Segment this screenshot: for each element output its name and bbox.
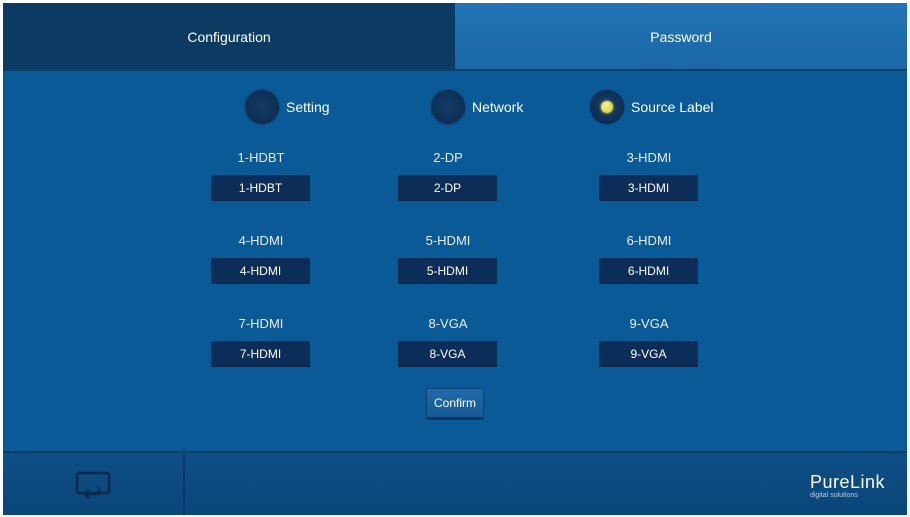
source-3-input[interactable]: 3-HDMI [599,175,698,201]
return-icon [75,471,111,499]
tab-configuration-label: Configuration [187,28,271,45]
logo-tagline: digital solutions [809,492,858,499]
source-9-input[interactable]: 9-VGA [599,341,698,367]
mode-network-label: Network [472,99,524,115]
source-6-caption: 6-HDMI [626,233,672,248]
source-4-input[interactable]: 4-HDMI [211,258,310,284]
tab-password[interactable]: Password [455,3,907,70]
radio-button-setting[interactable] [245,90,279,124]
confirm-button[interactable]: Confirm [426,388,484,418]
footer-divider [183,453,185,515]
source-2-caption: 2-DP [433,150,463,165]
mode-network-option[interactable]: Network [431,90,523,124]
mode-setting-label: Setting [286,99,330,115]
source-5-caption: 5-HDMI [425,233,471,248]
tab-configuration[interactable]: Configuration [3,3,455,70]
source-1-caption: 1-HDBT [237,150,285,165]
source-5-input[interactable]: 5-HDMI [398,258,497,284]
source-3-caption: 3-HDMI [626,150,672,165]
radio-button-network[interactable] [431,90,465,124]
source-4-caption: 4-HDMI [238,233,284,248]
source-8-caption: 8-VGA [428,316,468,331]
source-8-input[interactable]: 8-VGA [398,341,497,367]
logo-wordmark: PureLink [809,472,885,492]
purelink-logo: PureLink digital solutions [810,473,885,501]
tab-password-label: Password [650,28,712,45]
confirm-button-label: Confirm [433,396,476,410]
source-9-caption: 9-VGA [629,316,669,331]
source-6-input[interactable]: 6-HDMI [599,258,698,284]
radio-button-source-label[interactable] [590,90,624,124]
source-7-caption: 7-HDMI [238,316,284,331]
tab-divider [3,69,907,71]
source-2-input[interactable]: 2-DP [398,175,497,201]
source-7-input[interactable]: 7-HDMI [211,341,310,367]
source-1-input[interactable]: 1-HDBT [211,175,310,201]
mode-source-label-label: Source Label [631,99,714,115]
footer-bar: PureLink digital solutions [3,451,907,515]
mode-source-label-option[interactable]: Source Label [590,90,714,124]
app-frame: Configuration Password Setting Network S… [3,3,907,515]
mode-setting-option[interactable]: Setting [245,90,330,124]
back-button[interactable] [3,453,183,515]
